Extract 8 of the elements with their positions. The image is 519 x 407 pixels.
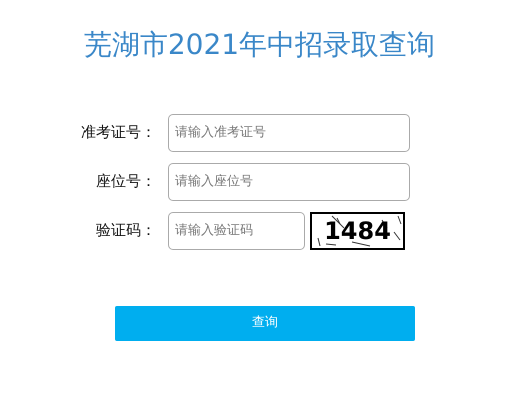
input-field[interactable]: 请输入座位号 (168, 162, 410, 201)
field-label: 验证码： (95, 220, 157, 242)
field-label: 座位号： (95, 171, 157, 192)
input-field[interactable]: 请输入验证码 (168, 212, 305, 250)
page-title: 芜湖市2021年中招录取查询 (82, 27, 436, 62)
captcha-image[interactable]: 1484 (310, 212, 405, 250)
field-label: 准考证号： (80, 122, 157, 144)
input-field[interactable]: 请输入准考证号 (168, 114, 410, 152)
